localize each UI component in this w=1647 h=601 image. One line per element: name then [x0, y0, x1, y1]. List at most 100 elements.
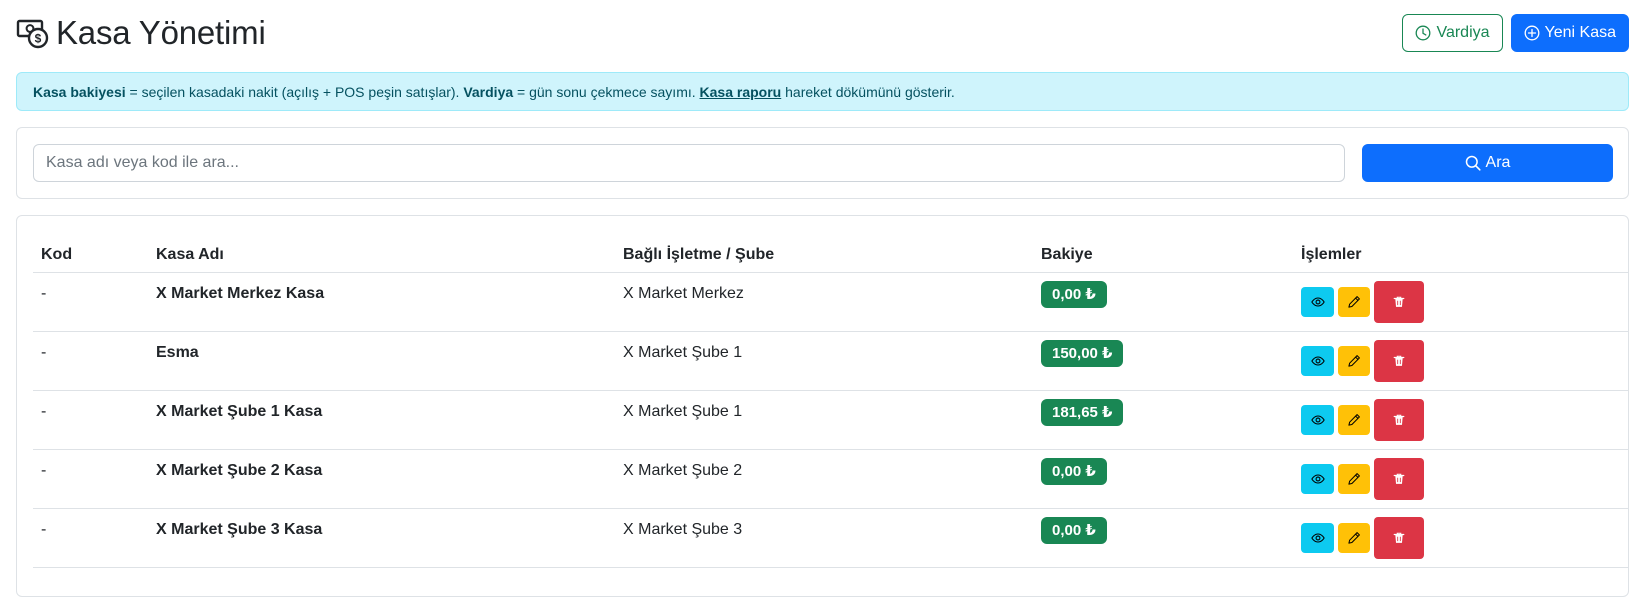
eye-icon	[1310, 532, 1325, 543]
kod-text: -	[41, 284, 47, 302]
kasa-name-text: X Market Merkez Kasa	[156, 284, 325, 302]
balance-badge: 181,65 ₺	[1041, 398, 1124, 426]
search-button-label: Ara	[1485, 154, 1511, 171]
cell-kasa-name: X Market Şube 1 Kasa	[148, 390, 615, 450]
view-button[interactable]	[1301, 522, 1334, 553]
cell-branch: X Market Şube 3	[615, 508, 1033, 568]
cell-kod: -	[33, 331, 148, 391]
view-button[interactable]	[1301, 286, 1334, 317]
trash-icon	[1393, 532, 1405, 543]
edit-button[interactable]	[1338, 286, 1370, 317]
alert-text-1: = seçilen kasadaki nakit (açılış + POS p…	[125, 83, 464, 100]
trash-icon	[1393, 414, 1405, 425]
pencil-icon	[1348, 354, 1360, 367]
pencil-icon	[1348, 413, 1360, 426]
delete-button[interactable]	[1374, 457, 1424, 500]
search-icon	[1465, 155, 1481, 171]
cell-balance: 0,00 ₺	[1033, 508, 1293, 568]
edit-button[interactable]	[1338, 463, 1370, 494]
cell-kasa-name: X Market Şube 2 Kasa	[148, 449, 615, 509]
cell-kod: -	[33, 272, 148, 332]
table-row: - X Market Şube 3 Kasa X Market Şube 3 0,00…	[33, 508, 1629, 568]
edit-button[interactable]	[1338, 345, 1370, 376]
table-row: - Esma X Market Şube 1 150,00 ₺	[33, 331, 1629, 391]
column-header-name: Kasa Adı	[148, 232, 615, 273]
eye-icon	[1310, 355, 1325, 366]
search-button[interactable]: Ara	[1362, 144, 1613, 182]
cell-kasa-name: X Market Merkez Kasa	[148, 272, 615, 332]
branch-text: X Market Merkez	[623, 284, 744, 302]
column-header-actions: İşlemler	[1293, 232, 1629, 273]
clock-icon	[1416, 25, 1431, 41]
new-kasa-button[interactable]: Yeni Kasa	[1510, 14, 1629, 52]
page-header: $ Kasa Yönetimi Vardiya Yeni Kasa	[16, 10, 1629, 56]
eye-icon	[1310, 414, 1325, 425]
branch-text: X Market Şube 1	[623, 402, 743, 420]
alert-term-balance: Kasa bakiyesi	[33, 83, 126, 100]
column-header-balance: Bakiye	[1033, 232, 1293, 273]
search-input[interactable]	[33, 144, 1345, 182]
balance-badge: 150,00 ₺	[1041, 339, 1124, 367]
alert-text-3: hareket dökümünü gösterir.	[781, 83, 955, 100]
view-button[interactable]	[1301, 404, 1334, 435]
kasa-name-text: X Market Şube 3 Kasa	[156, 520, 323, 538]
row-actions	[1301, 398, 1621, 441]
column-header-branch: Bağlı İşletme / Şube	[615, 232, 1033, 273]
eye-icon	[1310, 473, 1325, 484]
delete-button[interactable]	[1374, 339, 1424, 382]
view-button[interactable]	[1301, 463, 1334, 494]
delete-button[interactable]	[1374, 280, 1424, 323]
table-row: - X Market Şube 1 Kasa X Market Şube 1 181,…	[33, 390, 1629, 450]
edit-button[interactable]	[1338, 522, 1370, 553]
header-buttons: Vardiya Yeni Kasa	[1402, 14, 1629, 52]
cell-kasa-name: X Market Şube 3 Kasa	[148, 508, 615, 568]
kasa-table-card: Kod Kasa Adı Bağlı İşletme / Şube Bakiye…	[16, 215, 1629, 597]
cell-balance: 0,00 ₺	[1033, 272, 1293, 332]
kod-text: -	[41, 520, 47, 538]
info-alert: Kasa bakiyesi = seçilen kasadaki nakit (…	[16, 72, 1629, 111]
kasa-name-text: X Market Şube 2 Kasa	[156, 461, 323, 479]
cell-branch: X Market Merkez	[615, 272, 1033, 332]
cell-balance: 0,00 ₺	[1033, 449, 1293, 509]
new-kasa-button-label: Yeni Kasa	[1544, 24, 1616, 41]
kod-text: -	[41, 461, 47, 479]
cell-kod: -	[33, 390, 148, 450]
title-wrap: $ Kasa Yönetimi	[16, 14, 266, 52]
row-actions	[1301, 339, 1621, 382]
cell-kod: -	[33, 449, 148, 509]
trash-icon	[1393, 296, 1405, 307]
delete-button[interactable]	[1374, 516, 1424, 559]
table-body: - X Market Merkez Kasa X Market Merkez 0,00…	[33, 272, 1629, 568]
branch-text: X Market Şube 2	[623, 461, 743, 479]
delete-button[interactable]	[1374, 398, 1424, 441]
cell-actions	[1293, 508, 1629, 568]
balance-badge: 0,00 ₺	[1041, 516, 1107, 544]
alert-text-2: = gün sonu çekmece sayımı.	[513, 83, 700, 100]
page-title: Kasa Yönetimi	[56, 14, 266, 51]
view-button[interactable]	[1301, 345, 1334, 376]
kasa-report-link[interactable]: Kasa raporu	[700, 84, 782, 100]
balance-badge: 0,00 ₺	[1041, 457, 1107, 485]
vardiya-button[interactable]: Vardiya	[1402, 14, 1503, 52]
cell-branch: X Market Şube 1	[615, 390, 1033, 450]
cell-balance: 181,65 ₺	[1033, 390, 1293, 450]
cell-balance: 150,00 ₺	[1033, 331, 1293, 391]
search-card: Ara	[16, 127, 1629, 199]
cell-actions	[1293, 331, 1629, 391]
cell-kod: -	[33, 508, 148, 568]
vardiya-button-label: Vardiya	[1436, 24, 1490, 41]
table-row: - X Market Merkez Kasa X Market Merkez 0,00…	[33, 272, 1629, 332]
svg-text:$: $	[35, 32, 42, 46]
table-header-row: Kod Kasa Adı Bağlı İşletme / Şube Bakiye…	[33, 232, 1629, 273]
balance-badge: 0,00 ₺	[1041, 280, 1107, 308]
cell-actions	[1293, 272, 1629, 332]
column-header-kod: Kod	[33, 232, 148, 273]
plus-circle-icon	[1524, 25, 1539, 41]
row-actions	[1301, 457, 1621, 500]
edit-button[interactable]	[1338, 404, 1370, 435]
cell-actions	[1293, 390, 1629, 450]
cell-actions	[1293, 449, 1629, 509]
kod-text: -	[41, 343, 47, 361]
pencil-icon	[1348, 472, 1360, 485]
pencil-icon	[1348, 531, 1360, 544]
